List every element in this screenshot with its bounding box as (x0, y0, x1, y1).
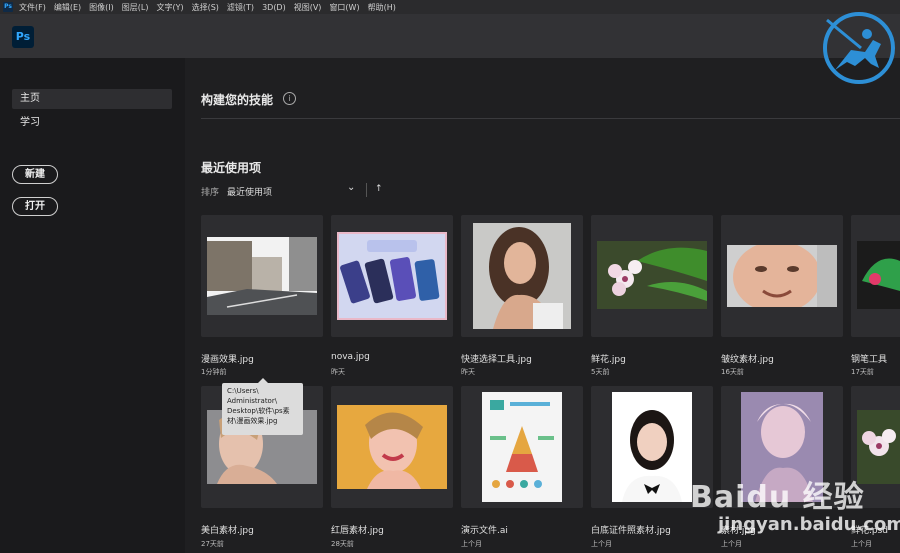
file-name[interactable]: 演示文件.ai (461, 523, 508, 536)
menu-file[interactable]: 文件(F) (19, 2, 46, 13)
sidebar-item-home[interactable]: 主页 (12, 89, 172, 109)
sort-separator (366, 183, 367, 197)
open-button[interactable]: 打开 (12, 197, 58, 216)
file-time: 17天前 (851, 368, 874, 376)
app-bar (0, 14, 900, 58)
info-icon[interactable]: i (283, 92, 296, 105)
file-card-flower[interactable] (591, 215, 713, 337)
file-card-manhua[interactable] (201, 215, 323, 337)
menu-3d[interactable]: 3D(D) (262, 3, 286, 12)
file-name[interactable]: 鲜花.jpg (591, 352, 626, 365)
menu-edit[interactable]: 编辑(E) (54, 2, 81, 13)
file-name[interactable]: 美白素材.jpg (201, 523, 254, 536)
sort-direction-icon[interactable]: ↑ (375, 184, 383, 194)
file-card-demo[interactable] (461, 386, 583, 508)
file-name[interactable]: 快速选择工具.jpg (461, 352, 532, 365)
file-card-wrinkle[interactable] (721, 215, 843, 337)
file-card-red-lips[interactable] (331, 386, 453, 508)
smiling-woman-thumbnail (337, 405, 447, 489)
file-path-tooltip: C:\Users\ Administrator\ Desktop\软件\ps素 … (222, 378, 303, 435)
file-time: 昨天 (461, 368, 475, 376)
file-time: 上个月 (851, 540, 872, 548)
file-time: 1分钟前 (201, 368, 227, 376)
file-name[interactable]: 漫画效果.jpg (201, 352, 254, 365)
photoshop-logo[interactable]: Ps (12, 26, 34, 48)
file-name[interactable]: 皱纹素材.jpg (721, 352, 774, 365)
file-card-pen-tool[interactable] (851, 215, 900, 337)
pen-tool-thumbnail (857, 241, 900, 309)
file-card-nova[interactable] (331, 215, 453, 337)
recent-heading: 最近使用项 (201, 161, 262, 175)
skills-heading: 构建您的技能 (201, 93, 274, 107)
new-button[interactable]: 新建 (12, 165, 58, 184)
app-icon: Ps (3, 2, 13, 12)
portrait-thumbnail (473, 223, 571, 329)
infographic-thumbnail (482, 392, 562, 502)
file-name[interactable]: 钢笔工具 (851, 352, 887, 365)
menu-bar: Ps 文件(F) 编辑(E) 图像(I) 图层(L) 文字(Y) 选择(S) 滤… (0, 0, 900, 14)
file-time: 5天前 (591, 368, 610, 376)
menu-type[interactable]: 文字(Y) (156, 2, 183, 13)
file-card-quick-select[interactable] (461, 215, 583, 337)
file-name[interactable]: nova.jpg (331, 352, 370, 362)
menu-layer[interactable]: 图层(L) (122, 2, 149, 13)
watermark-url: jingyan.baidu.com (718, 514, 900, 535)
file-time: 上个月 (461, 540, 482, 548)
street-thumbnail (207, 237, 317, 315)
file-time: 28天前 (331, 540, 354, 548)
menu-window[interactable]: 窗口(W) (329, 2, 359, 13)
menu-image[interactable]: 图像(I) (89, 2, 114, 13)
menu-filter[interactable]: 滤镜(T) (227, 2, 254, 13)
phones-thumbnail (337, 232, 447, 320)
file-time: 27天前 (201, 540, 224, 548)
file-name[interactable]: 红唇素材.jpg (331, 523, 384, 536)
sort-select[interactable]: 最近使用项 (227, 185, 272, 198)
file-time: 上个月 (591, 540, 612, 548)
id-photo-thumbnail (612, 392, 692, 502)
baidu-watermark: Baidu 经验 (690, 480, 865, 515)
menu-view[interactable]: 视图(V) (294, 2, 322, 13)
elder-face-thumbnail (727, 245, 837, 307)
sidebar-item-learn[interactable]: 学习 (12, 113, 172, 133)
file-time: 16天前 (721, 368, 744, 376)
chevron-down-icon[interactable]: ⌄ (347, 182, 355, 193)
file-name[interactable]: 白底证件照素材.jpg (591, 523, 671, 536)
menu-help[interactable]: 帮助(H) (368, 2, 396, 13)
menu-select[interactable]: 选择(S) (192, 2, 219, 13)
flower-thumbnail (597, 241, 707, 309)
sidebar: 主页 学习 新建 打开 (0, 58, 185, 553)
file-time: 昨天 (331, 368, 345, 376)
divider (201, 118, 900, 119)
file-time: 上个月 (721, 540, 742, 548)
sort-label: 排序 (201, 188, 220, 198)
